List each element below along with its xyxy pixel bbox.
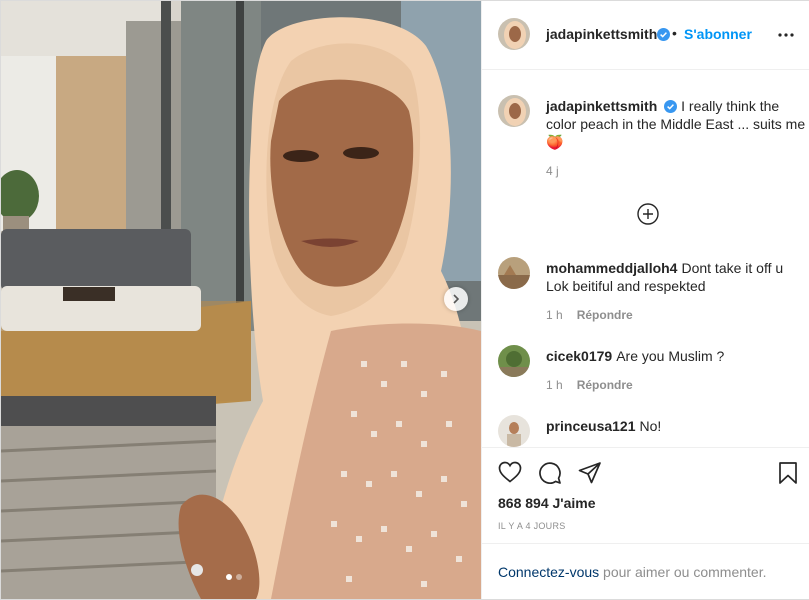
header-separator: • bbox=[672, 25, 677, 41]
login-prompt: Connectez-vous pour aimer ou commenter. bbox=[482, 543, 809, 599]
comment-icon[interactable] bbox=[538, 461, 562, 485]
comment-body: cicek0179 Are you Muslim ? bbox=[546, 347, 806, 365]
author-username[interactable]: jadapinkettsmith bbox=[546, 26, 657, 42]
reply-button[interactable]: Répondre bbox=[577, 378, 633, 392]
comment-body: princeusa121 No! bbox=[546, 417, 806, 435]
chevron-right-icon bbox=[453, 294, 460, 304]
next-slide-button[interactable] bbox=[444, 287, 468, 311]
post-actions: 868 894 J'aime IL Y A 4 JOURS bbox=[482, 447, 809, 543]
post-photo[interactable] bbox=[1, 1, 481, 599]
comment-time[interactable]: 1 h bbox=[546, 378, 563, 392]
post-dialog: jadapinkettsmith • S'abonner jadapinkett… bbox=[0, 0, 809, 600]
caption-time[interactable]: 4 j bbox=[546, 164, 559, 178]
comments-list[interactable]: jadapinkettsmith I really think the colo… bbox=[482, 71, 809, 447]
follow-button[interactable]: S'abonner bbox=[684, 26, 752, 42]
comment-meta: 1 h Répondre bbox=[546, 378, 633, 392]
comment-username[interactable]: mohammeddjalloh4 bbox=[546, 260, 677, 276]
avatar-image bbox=[498, 345, 530, 377]
caption-meta: 4 j bbox=[546, 164, 559, 178]
caption-avatar[interactable] bbox=[498, 95, 530, 127]
plus-circle-icon[interactable] bbox=[637, 203, 659, 225]
carousel-indicator bbox=[226, 574, 242, 580]
login-text: Connectez-vous pour aimer ou commenter. bbox=[498, 564, 766, 580]
bookmark-icon[interactable] bbox=[778, 461, 798, 485]
heart-icon[interactable] bbox=[498, 461, 522, 483]
carousel-dot bbox=[226, 574, 232, 580]
comment-avatar[interactable] bbox=[498, 345, 530, 377]
comment-avatar[interactable] bbox=[498, 257, 530, 289]
reply-button[interactable]: Répondre bbox=[577, 308, 633, 322]
caption-username[interactable]: jadapinkettsmith bbox=[546, 98, 657, 114]
more-options-icon[interactable] bbox=[778, 29, 794, 41]
login-link[interactable]: Connectez-vous bbox=[498, 564, 599, 580]
comment-username[interactable]: princeusa121 bbox=[546, 418, 636, 434]
share-icon[interactable] bbox=[578, 461, 602, 485]
comment-text: Are you Muslim ? bbox=[616, 348, 725, 364]
comment-username[interactable]: cicek0179 bbox=[546, 348, 612, 364]
comment-avatar[interactable] bbox=[498, 415, 530, 447]
post-timestamp[interactable]: IL Y A 4 JOURS bbox=[498, 521, 566, 531]
verified-badge-icon bbox=[657, 28, 670, 41]
verified-badge-icon bbox=[664, 100, 678, 113]
comment-meta: 1 h Répondre bbox=[546, 308, 633, 322]
likes-count[interactable]: 868 894 J'aime bbox=[498, 495, 596, 511]
post-side-panel: jadapinkettsmith • S'abonner jadapinkett… bbox=[481, 1, 809, 599]
comment-text: No! bbox=[639, 418, 662, 434]
login-rest: pour aimer ou commenter. bbox=[599, 564, 767, 580]
post-header: jadapinkettsmith • S'abonner bbox=[482, 1, 809, 70]
avatar-image bbox=[498, 18, 530, 50]
avatar-image bbox=[498, 257, 530, 289]
comment-time[interactable]: 1 h bbox=[546, 308, 563, 322]
carousel-dot bbox=[236, 574, 242, 580]
comment-body: mohammeddjalloh4 Dont take it off u Lok b… bbox=[546, 259, 806, 295]
caption-body: jadapinkettsmith I really think the colo… bbox=[546, 97, 806, 151]
avatar-image bbox=[498, 95, 530, 127]
post-image bbox=[1, 1, 481, 599]
avatar-image bbox=[498, 415, 530, 447]
author-avatar[interactable] bbox=[498, 18, 530, 50]
